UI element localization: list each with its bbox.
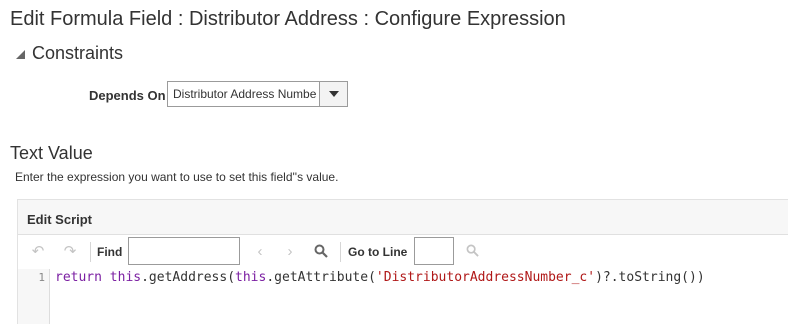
toolbar-divider (90, 242, 91, 262)
script-editor-panel: Edit Script ↶ ↷ Find ‹ › Go to Line 1 re… (17, 199, 788, 324)
depends-on-label: Depends On (89, 88, 166, 103)
chevron-left-icon[interactable]: ‹ (252, 244, 268, 260)
code-string-literal: 'DistributorAddressNumber_c' (375, 270, 596, 285)
depends-on-value[interactable]: Distributor Address Numbe (168, 82, 319, 106)
code-method-call: .getAddress( (141, 270, 236, 285)
find-label: Find (97, 245, 123, 259)
code-keyword-this: this (109, 270, 142, 285)
redo-icon[interactable]: ↷ (62, 244, 78, 260)
text-value-heading: Text Value (10, 143, 93, 163)
line-number: 1 (38, 271, 45, 284)
constraints-header: Constraints (32, 43, 124, 63)
expression-hint: Enter the expression you want to use to … (15, 170, 339, 184)
code-line[interactable]: return this.getAddress(this.getAttribute… (55, 270, 705, 285)
line-gutter: 1 (18, 269, 50, 324)
depends-on-select[interactable]: Distributor Address Numbe (167, 81, 348, 107)
page-title: Edit Formula Field : Distributor Address… (10, 8, 566, 30)
caret-down-icon (328, 91, 339, 97)
code-method-call: .getAttribute( (266, 270, 376, 285)
goto-line-input[interactable] (414, 237, 454, 265)
code-keyword-return: return (55, 270, 102, 285)
chevron-right-icon[interactable]: › (282, 244, 298, 260)
editor-toolbar: ↶ ↷ Find ‹ › Go to Line (18, 234, 788, 270)
depends-on-dropdown-button[interactable] (319, 82, 347, 106)
search-icon[interactable] (313, 244, 329, 260)
code-method-call: )?.toString()) (595, 270, 705, 285)
goto-line-label: Go to Line (348, 245, 408, 259)
code-editor[interactable]: 1 return this.getAddress(this.getAttribu… (18, 269, 788, 324)
collapse-triangle-icon[interactable] (16, 50, 25, 59)
search-icon[interactable] (464, 244, 480, 260)
constraints-section-toggle[interactable]: Constraints (16, 43, 123, 64)
undo-icon[interactable]: ↶ (30, 244, 46, 260)
toolbar-divider (340, 242, 341, 262)
edit-script-label: Edit Script (27, 212, 93, 227)
find-input[interactable] (128, 237, 240, 265)
code-keyword-this: this (235, 270, 267, 285)
